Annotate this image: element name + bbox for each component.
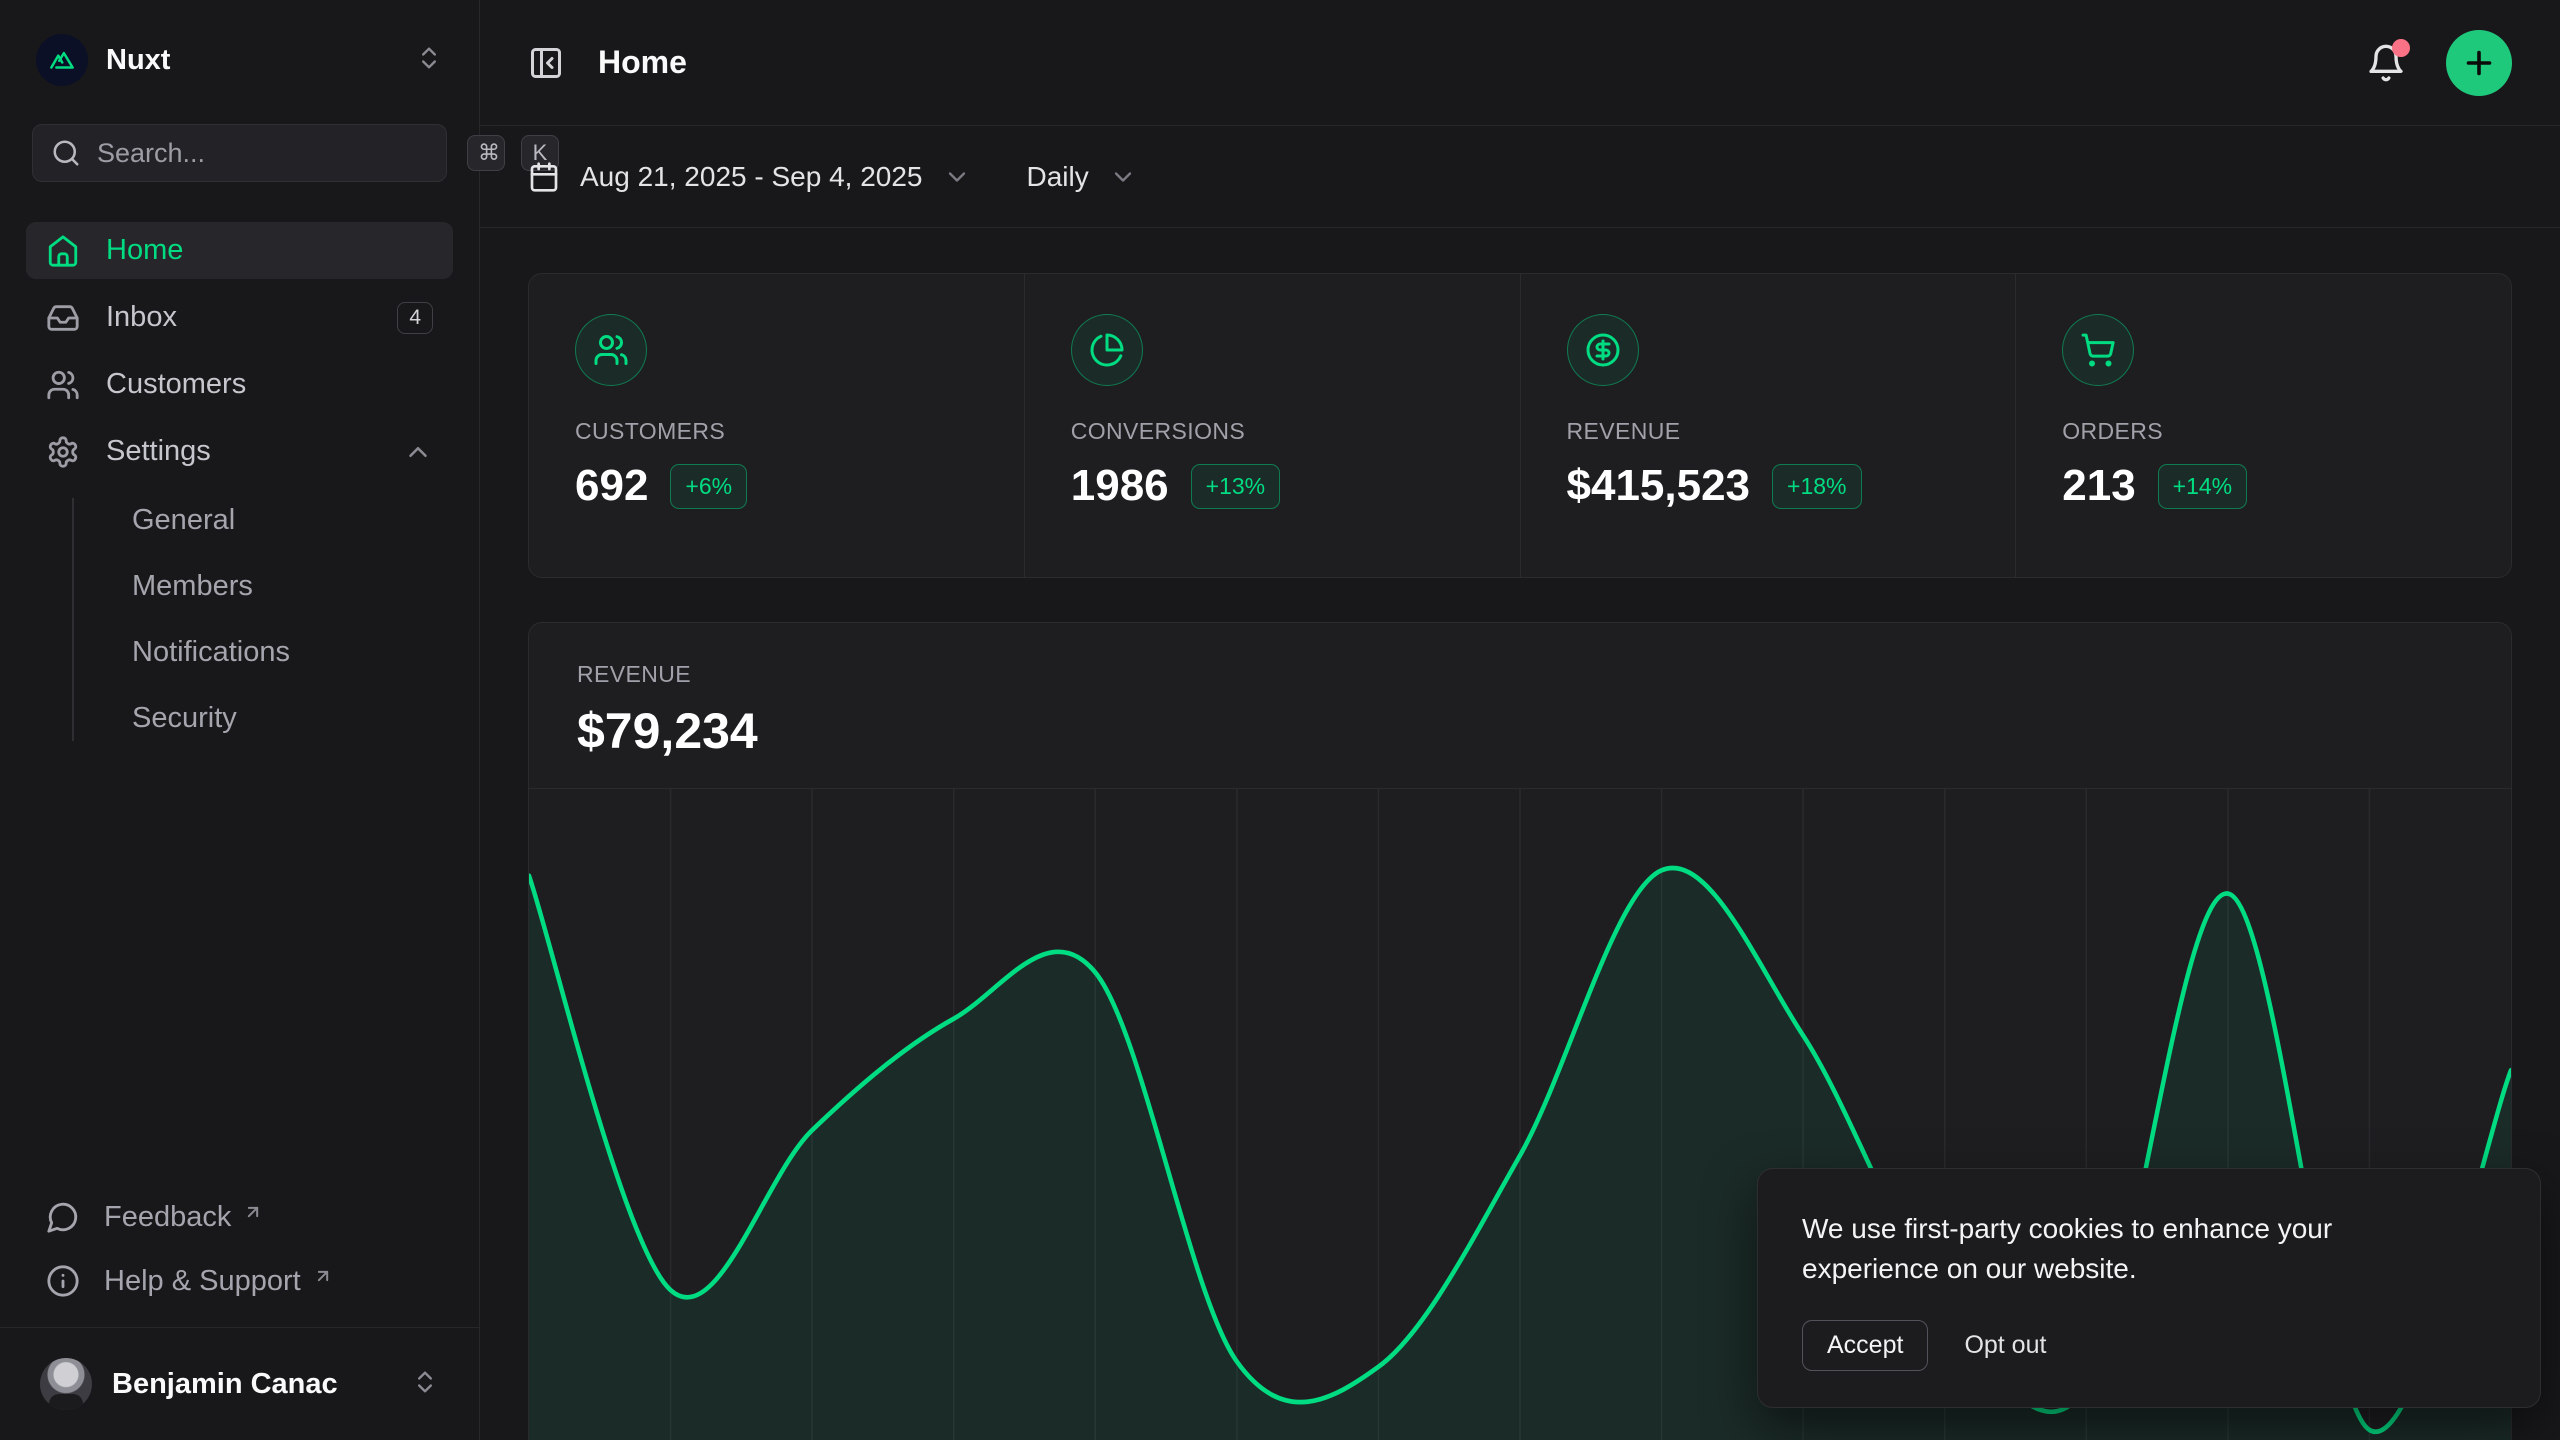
sidebar-item-inbox[interactable]: Inbox 4 xyxy=(26,289,453,346)
stat-value: 213 xyxy=(2062,461,2135,511)
user-menu[interactable]: Benjamin Canac xyxy=(26,1348,453,1420)
user-name: Benjamin Canac xyxy=(112,1368,391,1401)
help-support-link[interactable]: Help & Support xyxy=(26,1253,453,1309)
chevron-down-icon xyxy=(943,163,971,191)
help-support-label: Help & Support xyxy=(104,1265,301,1298)
granularity-label: Daily xyxy=(1027,161,1089,193)
sidebar-item-label: Customers xyxy=(106,368,433,401)
notifications-bell-button[interactable] xyxy=(2366,43,2406,83)
users-icon xyxy=(46,368,80,402)
stat-change-badge: +6% xyxy=(670,464,747,509)
workspace-switcher[interactable]: Nuxt xyxy=(26,26,453,94)
sidebar-item-home[interactable]: Home xyxy=(26,222,453,279)
stat-label: CONVERSIONS xyxy=(1071,418,1474,445)
workspace-name: Nuxt xyxy=(106,44,397,77)
notification-dot xyxy=(2392,39,2410,57)
sidebar-top: Nuxt ⌘ K xyxy=(0,0,479,182)
feedback-label: Feedback xyxy=(104,1201,231,1234)
home-icon xyxy=(46,234,80,268)
search-box[interactable]: ⌘ K xyxy=(32,124,447,182)
chevrons-up-down-icon xyxy=(411,1368,439,1401)
revenue-chart-value: $79,234 xyxy=(577,702,2463,760)
stat-tile-conversions[interactable]: CONVERSIONS 1986 +13% xyxy=(1024,274,1520,577)
users-icon xyxy=(575,314,647,386)
page-title: Home xyxy=(598,44,687,81)
cookie-actions: Accept Opt out xyxy=(1802,1320,2496,1371)
sidebar-item-settings[interactable]: Settings xyxy=(26,423,453,480)
chevrons-up-down-icon xyxy=(415,44,443,77)
pie-chart-icon xyxy=(1071,314,1143,386)
cookie-banner: We use first-party cookies to enhance yo… xyxy=(1757,1168,2541,1408)
stat-label: REVENUE xyxy=(1567,418,1970,445)
cookie-message: We use first-party cookies to enhance yo… xyxy=(1802,1209,2422,1290)
message-circle-icon xyxy=(46,1200,80,1234)
stats-card: CUSTOMERS 692 +6% CONVERSIONS 1986 xyxy=(528,273,2512,578)
sidebar-item-label: Members xyxy=(132,570,253,603)
stat-value: 1986 xyxy=(1071,461,1169,511)
revenue-chart-label: REVENUE xyxy=(577,661,2463,688)
sidebar-item-security[interactable]: Security xyxy=(72,690,453,747)
granularity-select[interactable]: Daily xyxy=(1027,161,1137,193)
stat-change-badge: +18% xyxy=(1772,464,1861,509)
stat-change-badge: +13% xyxy=(1191,464,1280,509)
settings-children: General Members Notifications Security xyxy=(72,492,453,747)
sidebar-user-section: Benjamin Canac xyxy=(0,1327,479,1440)
header-actions xyxy=(2366,30,2512,96)
stat-tile-customers[interactable]: CUSTOMERS 692 +6% xyxy=(529,274,1024,577)
cookie-accept-button[interactable]: Accept xyxy=(1802,1320,1928,1371)
sidebar-item-label: Inbox xyxy=(106,301,371,334)
inbox-icon xyxy=(46,301,80,335)
sidebar-item-customers[interactable]: Customers xyxy=(26,356,453,413)
date-range-label: Aug 21, 2025 - Sep 4, 2025 xyxy=(580,161,923,193)
sidebar-item-members[interactable]: Members xyxy=(72,558,453,615)
info-circle-icon xyxy=(46,1264,80,1298)
nuxt-logo-icon xyxy=(36,34,88,86)
circle-dollar-icon xyxy=(1567,314,1639,386)
stat-tile-revenue[interactable]: REVENUE $415,523 +18% xyxy=(1520,274,2016,577)
sidebar-item-label: Notifications xyxy=(132,636,290,669)
shopping-cart-icon xyxy=(2062,314,2134,386)
header: Home xyxy=(480,0,2560,126)
chevron-up-icon xyxy=(403,437,433,467)
stat-label: CUSTOMERS xyxy=(575,418,978,445)
chevron-down-icon xyxy=(1109,163,1137,191)
add-button[interactable] xyxy=(2446,30,2512,96)
sidebar-item-label: Settings xyxy=(106,435,377,468)
stat-value: $415,523 xyxy=(1567,461,1751,511)
search-input[interactable] xyxy=(97,138,451,169)
sidebar-footer-links: Feedback Help & Support xyxy=(0,1189,479,1327)
stat-label: ORDERS xyxy=(2062,418,2465,445)
date-range-picker[interactable]: Aug 21, 2025 - Sep 4, 2025 xyxy=(528,161,971,193)
stat-value: 692 xyxy=(575,461,648,511)
calendar-icon xyxy=(528,161,560,193)
revenue-chart-header: REVENUE $79,234 xyxy=(529,623,2511,788)
gear-icon xyxy=(46,435,80,469)
sidebar-item-label: General xyxy=(132,504,235,537)
cookie-optout-button[interactable]: Opt out xyxy=(1964,1331,2046,1360)
external-link-arrow-icon xyxy=(313,1261,333,1294)
sidebar-item-label: Security xyxy=(132,702,237,735)
sidebar-item-notifications[interactable]: Notifications xyxy=(72,624,453,681)
user-avatar xyxy=(40,1358,92,1410)
inbox-count-badge: 4 xyxy=(397,302,433,334)
stat-change-badge: +14% xyxy=(2158,464,2247,509)
sidebar-spacer xyxy=(0,747,479,1189)
search-icon xyxy=(51,138,81,168)
sidebar-nav: Home Inbox 4 Customers xyxy=(0,222,479,747)
external-link-arrow-icon xyxy=(243,1197,263,1230)
sidebar: Nuxt ⌘ K xyxy=(0,0,480,1440)
stat-tile-orders[interactable]: ORDERS 213 +14% xyxy=(2015,274,2511,577)
sidebar-item-general[interactable]: General xyxy=(72,492,453,549)
sidebar-item-label: Home xyxy=(106,234,433,267)
feedback-link[interactable]: Feedback xyxy=(26,1189,453,1245)
collapse-sidebar-button[interactable] xyxy=(528,45,564,81)
filter-toolbar: Aug 21, 2025 - Sep 4, 2025 Daily xyxy=(480,126,2560,228)
